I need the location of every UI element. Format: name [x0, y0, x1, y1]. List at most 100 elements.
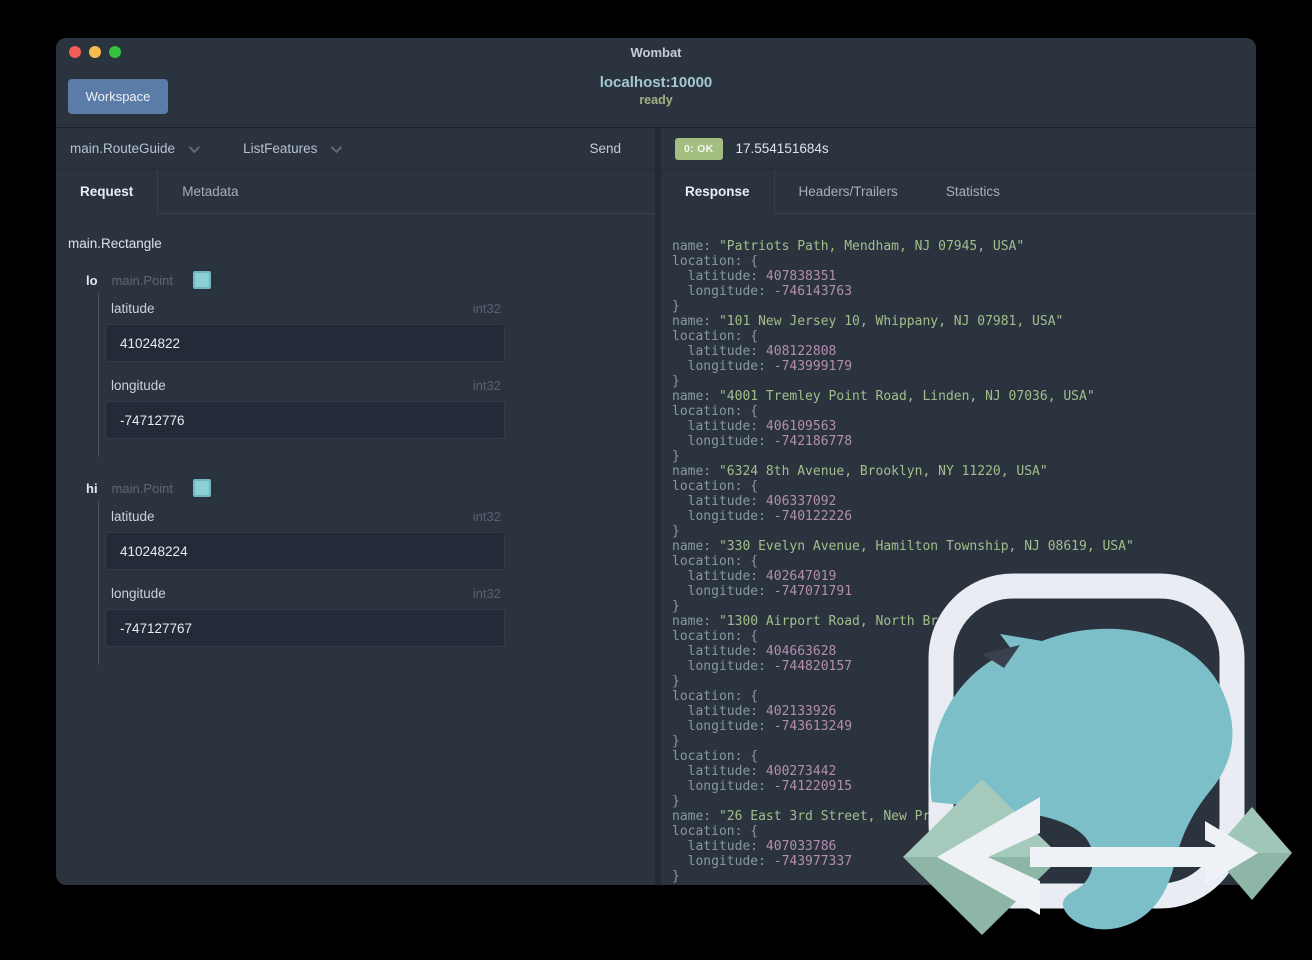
- send-button[interactable]: Send: [589, 141, 621, 156]
- field-type: int32: [472, 509, 501, 524]
- response-tab-bar: Response Headers/Trailers Statistics: [661, 170, 1256, 214]
- tab-filler: [1023, 170, 1256, 214]
- response-line: }: [672, 674, 680, 689]
- response-line: location: {: [672, 749, 759, 764]
- response-line: latitude: 408122808: [672, 344, 837, 359]
- field-input[interactable]: [105, 401, 505, 439]
- response-line: location: {: [672, 329, 759, 344]
- response-line: name: "1300 Airport Road, North Br: [672, 614, 939, 629]
- response-line: longitude: -740122226: [672, 509, 853, 524]
- field-input[interactable]: [105, 324, 505, 362]
- close-window-button[interactable]: [69, 46, 81, 58]
- response-line: }: [672, 449, 680, 464]
- response-line: latitude: 406337092: [672, 494, 837, 509]
- response-line: }: [672, 599, 680, 614]
- field-label: longitude: [111, 586, 166, 601]
- zoom-window-button[interactable]: [109, 46, 121, 58]
- window-title: Wombat: [630, 44, 682, 60]
- tab-metadata[interactable]: Metadata: [158, 170, 263, 214]
- field-type: int32: [472, 301, 501, 316]
- field-input[interactable]: [105, 532, 505, 570]
- response-line: longitude: -743999179: [672, 359, 853, 374]
- tab-statistics[interactable]: Statistics: [921, 170, 1024, 214]
- field-input[interactable]: [105, 609, 505, 647]
- desktop: Wombat Workspace localhost:10000 ready m…: [0, 0, 1312, 960]
- response-line: longitude: -742186778: [672, 434, 853, 449]
- field-label: longitude: [111, 378, 166, 393]
- response-line: location: {: [672, 629, 759, 644]
- response-line: location: {: [672, 254, 759, 269]
- response-line: }: [672, 299, 680, 314]
- form-field: latitude int32: [105, 301, 643, 362]
- response-line: }: [672, 869, 680, 884]
- response-line: longitude: -744820157: [672, 659, 853, 674]
- response-line: location: {: [672, 404, 759, 419]
- group-toggle-checkbox[interactable]: [192, 479, 211, 497]
- message-type-label: main.Rectangle: [68, 236, 162, 251]
- message-group: lo main.Point latitude int32 longitude i…: [68, 267, 643, 457]
- form-field: longitude int32: [105, 378, 643, 439]
- response-line: name: "26 East 3rd Street, New Pr: [672, 809, 931, 824]
- response-line: name: "4001 Tremley Point Road, Linden, …: [672, 389, 1095, 404]
- response-line: latitude: 404663628: [672, 644, 837, 659]
- field-label: latitude: [111, 301, 155, 316]
- response-line: name: "101 New Jersey 10, Whippany, NJ 0…: [672, 314, 1064, 329]
- response-panel: 0: OK 17.554151684s Response Headers/Tra…: [661, 128, 1256, 885]
- connection-status: localhost:10000 ready: [56, 74, 1256, 107]
- response-line: longitude: -747071791: [672, 584, 853, 599]
- field-label: latitude: [111, 509, 155, 524]
- response-line: latitude: 407033786: [672, 839, 837, 854]
- method-selector-label: ListFeatures: [243, 141, 318, 156]
- response-line: latitude: 402647019: [672, 569, 837, 584]
- method-bar: main.RouteGuide ListFeatures Send: [56, 128, 655, 170]
- form-field: longitude int32: [105, 586, 643, 647]
- group-fields: latitude int32 longitude int32: [98, 501, 643, 665]
- request-panel: main.RouteGuide ListFeatures Send Reques…: [56, 128, 655, 885]
- connection-state: ready: [639, 93, 673, 107]
- message-groups: lo main.Point latitude int32 longitude i…: [68, 267, 643, 665]
- chevron-down-icon: [331, 141, 343, 153]
- response-line: }: [672, 524, 680, 539]
- minimize-window-button[interactable]: [89, 46, 101, 58]
- response-line: name: "6324 8th Avenue, Brooklyn, NY 112…: [672, 464, 1048, 479]
- response-status-bar: 0: OK 17.554151684s: [661, 128, 1256, 170]
- titlebar: Wombat: [56, 38, 1256, 66]
- response-line: location: {: [672, 689, 759, 704]
- response-line: longitude: -746143763: [672, 284, 853, 299]
- tab-response[interactable]: Response: [661, 170, 775, 214]
- method-selector[interactable]: ListFeatures: [243, 141, 343, 156]
- server-address: localhost:10000: [599, 74, 713, 91]
- response-line: latitude: 400273442: [672, 764, 837, 779]
- service-selector-label: main.RouteGuide: [70, 141, 176, 156]
- response-line: }: [672, 374, 680, 389]
- tab-filler: [262, 170, 655, 214]
- group-type: main.Point: [111, 272, 173, 288]
- chevron-down-icon: [188, 141, 201, 153]
- response-line: longitude: -743977337: [672, 854, 853, 869]
- response-line: longitude: -743613249: [672, 719, 853, 734]
- call-duration: 17.554151684s: [735, 141, 829, 156]
- group-name: lo: [86, 272, 98, 288]
- traffic-lights: [69, 46, 121, 58]
- group-name: hi: [86, 480, 98, 496]
- response-line: location: {: [672, 479, 759, 494]
- request-tab-bar: Request Metadata: [56, 170, 655, 214]
- field-type: int32: [472, 378, 501, 393]
- field-type: int32: [472, 586, 501, 601]
- response-line: longitude: -741220915: [672, 779, 853, 794]
- form-field: latitude int32: [105, 509, 643, 570]
- status-badge: 0: OK: [675, 137, 723, 160]
- response-line: latitude: 402133926: [672, 704, 837, 719]
- response-line: }: [672, 734, 680, 749]
- response-line: latitude: 407838351: [672, 269, 837, 284]
- response-line: }: [672, 794, 680, 809]
- group-fields: latitude int32 longitude int32: [98, 293, 643, 457]
- response-line: name: "330 Evelyn Avenue, Hamilton Towns…: [672, 539, 1134, 554]
- response-line: latitude: 406109563: [672, 419, 837, 434]
- response-line: location: {: [672, 824, 759, 839]
- group-toggle-checkbox[interactable]: [192, 271, 211, 289]
- tab-headers-trailers[interactable]: Headers/Trailers: [774, 170, 922, 214]
- service-selector[interactable]: main.RouteGuide: [70, 141, 201, 156]
- tab-request[interactable]: Request: [56, 170, 159, 214]
- response-line: location: {: [672, 554, 759, 569]
